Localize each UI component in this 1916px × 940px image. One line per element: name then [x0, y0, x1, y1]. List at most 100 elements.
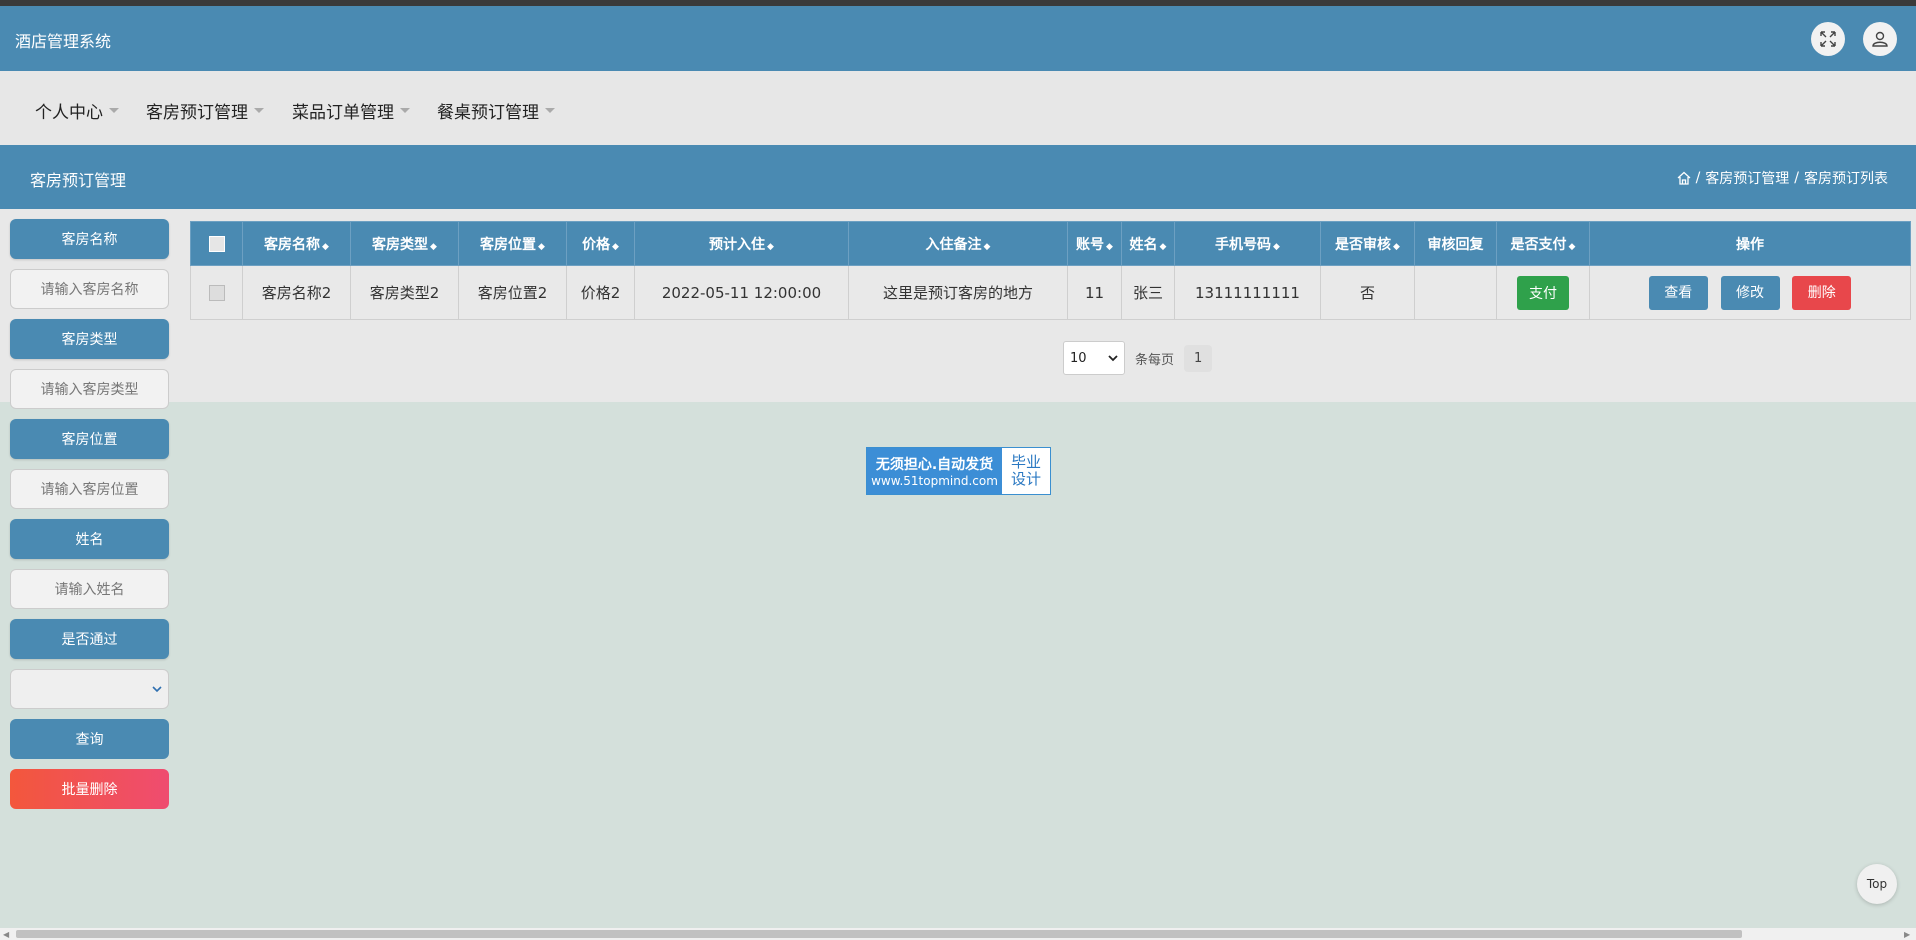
breadcrumb: / 客房预订管理 / 客房预订列表 [1677, 168, 1888, 188]
delete-button[interactable]: 删除 [1792, 275, 1852, 310]
fullscreen-icon [1820, 31, 1836, 47]
chevron-down-icon [545, 108, 555, 113]
home-icon[interactable] [1677, 171, 1691, 185]
col-header-room-type[interactable]: 客房类型 ◆ [350, 221, 459, 266]
table-header-row: 客房名称 ◆ 客房类型 ◆ 客房位置 ◆ 价格 ◆ 预计入住 ◆ 入住备注 ◆ 账号 ◆ 姓名… [190, 221, 1911, 266]
back-to-top-button[interactable]: Top [1857, 864, 1897, 904]
chevron-down-icon [1108, 355, 1118, 362]
col-header-reply: 审核回复 [1414, 221, 1497, 266]
col-header-price[interactable]: 价格 ◆ [566, 221, 635, 266]
sort-icon: ◆ [1106, 241, 1113, 252]
page-size-select[interactable]: 10 [1063, 341, 1125, 375]
scrollbar-thumb[interactable] [16, 930, 1742, 938]
watermark-badge: 无须担心.自动发货 www.51topmind.com 毕业 设计 [866, 447, 1051, 495]
sort-icon: ◆ [430, 241, 437, 252]
query-button[interactable]: 查询 [10, 719, 169, 759]
cell-name: 张三 [1121, 265, 1175, 320]
sort-icon: ◆ [1159, 241, 1167, 252]
app-title: 酒店管理系统 [15, 32, 112, 51]
nav-item-label: 个人中心 [35, 103, 103, 123]
col-header-paid[interactable]: 是否支付 ◆ [1496, 221, 1590, 266]
horizontal-scrollbar[interactable]: ◀ ▶ [0, 928, 1916, 940]
col-header-account[interactable]: 账号 ◆ [1067, 221, 1122, 266]
approved-select[interactable] [10, 669, 169, 709]
user-icon [1872, 31, 1888, 47]
cell-reviewed: 否 [1320, 265, 1415, 320]
sort-icon: ◆ [612, 241, 619, 252]
cell-account: 11 [1067, 265, 1122, 320]
view-button[interactable]: 查看 [1648, 275, 1708, 310]
cell-price: 价格2 [566, 265, 635, 320]
page-size-value: 10 [1070, 350, 1087, 366]
breadcrumb-separator: / [1695, 170, 1701, 186]
page-title: 客房预订管理 [30, 171, 127, 190]
sort-icon: ◆ [1393, 241, 1400, 252]
batch-delete-button[interactable]: 批量删除 [10, 769, 169, 809]
scroll-right-icon[interactable]: ▶ [1904, 930, 1910, 939]
chevron-down-icon [109, 108, 119, 113]
nav-item-label: 菜品订单管理 [292, 103, 394, 123]
cell-room-location: 客房位置2 [458, 265, 567, 320]
user-menu-button[interactable] [1863, 22, 1897, 56]
pay-button[interactable]: 支付 [1517, 275, 1569, 310]
name-input[interactable]: 请输入姓名 [10, 569, 169, 609]
sort-icon: ◆ [767, 241, 774, 252]
col-header-remark[interactable]: 入住备注 ◆ [848, 221, 1068, 266]
nav-item-personal-center[interactable]: 个人中心 [35, 98, 119, 123]
col-header-phone[interactable]: 手机号码 ◆ [1174, 221, 1321, 266]
table-row: 客房名称2 客房类型2 客房位置2 价格2 2022-05-11 12:00:0… [190, 265, 1911, 320]
page-titlebar: 客房预订管理 / 客房预订管理 / 客房预订列表 [0, 145, 1916, 209]
sort-icon: ◆ [1568, 241, 1576, 252]
breadcrumb-separator: / [1794, 170, 1799, 186]
top-nav: 个人中心 客房预订管理 菜品订单管理 餐桌预订管理 [0, 71, 1916, 145]
nav-item-room-booking[interactable]: 客房预订管理 [146, 98, 264, 123]
page-number-current[interactable]: 1 [1184, 344, 1213, 372]
watermark-right-line2: 设计 [1010, 470, 1041, 488]
edit-button[interactable]: 修改 [1720, 275, 1780, 310]
nav-item-table-booking[interactable]: 餐桌预订管理 [437, 98, 555, 123]
sort-icon: ◆ [983, 241, 991, 252]
approved-label: 是否通过 [10, 619, 169, 659]
booking-table: 客房名称 ◆ 客房类型 ◆ 客房位置 ◆ 价格 ◆ 预计入住 ◆ 入住备注 ◆ 账号 ◆ 姓名… [190, 221, 1911, 320]
watermark-url: www.51topmind.com [871, 474, 998, 488]
sort-icon: ◆ [1273, 241, 1280, 252]
per-page-label: 条每页 [1135, 352, 1175, 368]
name-label: 姓名 [10, 519, 169, 559]
col-header-room-location[interactable]: 客房位置 ◆ [458, 221, 567, 266]
breadcrumb-item-room-booking[interactable]: 客房预订管理 [1705, 168, 1789, 188]
room-location-label: 客房位置 [10, 419, 169, 459]
cell-remark: 这里是预订客房的地方 [848, 265, 1068, 320]
nav-item-label: 客房预订管理 [146, 103, 248, 123]
room-location-input[interactable]: 请输入客房位置 [10, 469, 169, 509]
col-header-actions: 操作 [1589, 221, 1911, 266]
cell-room-type: 客房类型2 [350, 265, 459, 320]
col-header-name[interactable]: 姓名 ◆ [1121, 221, 1175, 266]
watermark-slogan: 无须担心.自动发货 [875, 457, 994, 473]
watermark-left: 无须担心.自动发货 www.51topmind.com [867, 448, 1002, 494]
cell-room-name: 客房名称2 [242, 265, 351, 320]
watermark-right: 毕业 设计 [1002, 448, 1050, 494]
cell-actions: 查看 修改 删除 [1589, 265, 1911, 320]
cell-paid: 支付 [1496, 265, 1590, 320]
room-name-input[interactable]: 请输入客房名称 [10, 269, 169, 309]
pagination: 10 条每页 1 [1063, 341, 1213, 375]
nav-item-dish-orders[interactable]: 菜品订单管理 [292, 98, 410, 123]
select-all-checkbox[interactable] [208, 235, 225, 252]
col-header-checkin[interactable]: 预计入住 ◆ [634, 221, 849, 266]
sort-icon: ◆ [538, 241, 545, 252]
row-checkbox[interactable] [208, 285, 225, 301]
col-header-room-name[interactable]: 客房名称 ◆ [242, 221, 351, 266]
select-all-cell [190, 221, 243, 266]
cell-reply [1414, 265, 1497, 320]
scroll-left-icon[interactable]: ◀ [3, 930, 9, 939]
cell-phone: 13111111111 [1174, 265, 1321, 320]
chevron-down-icon [400, 108, 410, 113]
cell-checkin: 2022-05-11 12:00:00 [634, 265, 849, 320]
fullscreen-button[interactable] [1811, 22, 1845, 56]
col-header-reviewed[interactable]: 是否审核 ◆ [1320, 221, 1415, 266]
room-type-input[interactable]: 请输入客房类型 [10, 369, 169, 409]
watermark-right-line1: 毕业 [1010, 453, 1041, 471]
breadcrumb-item-list: 客房预订列表 [1804, 171, 1888, 187]
sort-icon: ◆ [322, 241, 329, 252]
app-header: 酒店管理系统 [0, 6, 1916, 71]
